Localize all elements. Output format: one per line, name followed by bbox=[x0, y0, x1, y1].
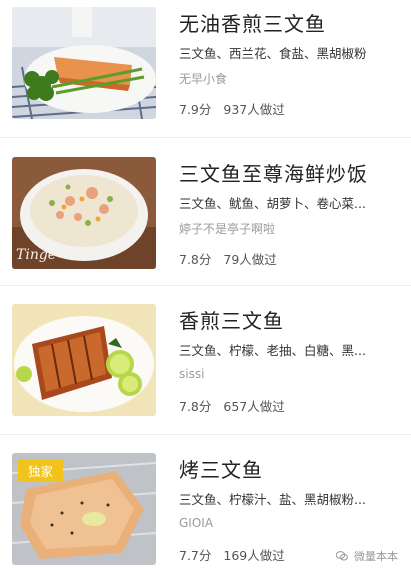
recipe-stats: 7.9分 937人做过 bbox=[179, 99, 285, 118]
exclusive-badge: 独家 bbox=[18, 459, 64, 482]
image-signature: Tinge bbox=[16, 247, 57, 263]
recipe-score: 7.9分 bbox=[179, 102, 212, 117]
recipe-image[interactable]: 独家 bbox=[12, 453, 156, 565]
recipe-ingredients: 三文鱼、鱿鱼、胡萝卜、卷心菜... bbox=[179, 196, 366, 211]
recipe-title[interactable]: 无油香煎三文鱼 bbox=[179, 8, 326, 37]
recipe-made-count: 79人做过 bbox=[223, 252, 277, 267]
divider bbox=[0, 434, 411, 435]
recipe-made-count: 937人做过 bbox=[223, 102, 285, 117]
recipe-title[interactable]: 烤三文鱼 bbox=[179, 454, 263, 483]
recipe-card[interactable]: 香煎三文鱼 三文鱼、柠檬、老抽、白糖、黑... sissi 7.8分 657人做… bbox=[0, 297, 411, 423]
recipe-image[interactable] bbox=[12, 7, 156, 119]
recipe-stats: 7.8分 657人做过 bbox=[179, 396, 285, 415]
recipe-author[interactable]: 无早小食 bbox=[179, 70, 227, 87]
recipe-ingredients: 三文鱼、柠檬汁、盐、黑胡椒粉... bbox=[179, 492, 366, 507]
recipe-title[interactable]: 香煎三文鱼 bbox=[179, 305, 284, 334]
recipe-author[interactable]: GIOIA bbox=[179, 516, 213, 530]
recipe-author[interactable]: 婷子不是亭子啊啦 bbox=[179, 220, 275, 237]
recipe-stats: 7.7分 169人做过 bbox=[179, 545, 285, 564]
recipe-score: 7.8分 bbox=[179, 252, 212, 267]
recipe-card[interactable]: Tinge 三文鱼至尊海鲜炒饭 三文鱼、鱿鱼、胡萝卜、卷心菜... 婷子不是亭子… bbox=[0, 150, 411, 276]
recipe-image[interactable] bbox=[12, 304, 156, 416]
divider bbox=[0, 285, 411, 286]
recipe-card[interactable]: 无油香煎三文鱼 三文鱼、西兰花、食盐、黑胡椒粉 无早小食 7.9分 937人做过 bbox=[0, 0, 411, 126]
wechat-icon bbox=[336, 551, 348, 561]
recipe-made-count: 169人做过 bbox=[223, 548, 285, 563]
recipe-title[interactable]: 三文鱼至尊海鲜炒饭 bbox=[179, 158, 368, 187]
watermark: 微量本本 bbox=[336, 548, 398, 564]
watermark-text: 微量本本 bbox=[354, 550, 398, 563]
recipe-author[interactable]: sissi bbox=[179, 367, 204, 381]
recipe-score: 7.8分 bbox=[179, 399, 212, 414]
recipe-score: 7.7分 bbox=[179, 548, 212, 563]
recipe-ingredients: 三文鱼、柠檬、老抽、白糖、黑... bbox=[179, 343, 366, 358]
divider bbox=[0, 137, 411, 138]
recipe-stats: 7.8分 79人做过 bbox=[179, 249, 277, 268]
recipe-made-count: 657人做过 bbox=[223, 399, 285, 414]
recipe-image[interactable]: Tinge bbox=[12, 157, 156, 269]
recipe-ingredients: 三文鱼、西兰花、食盐、黑胡椒粉 bbox=[179, 46, 367, 61]
